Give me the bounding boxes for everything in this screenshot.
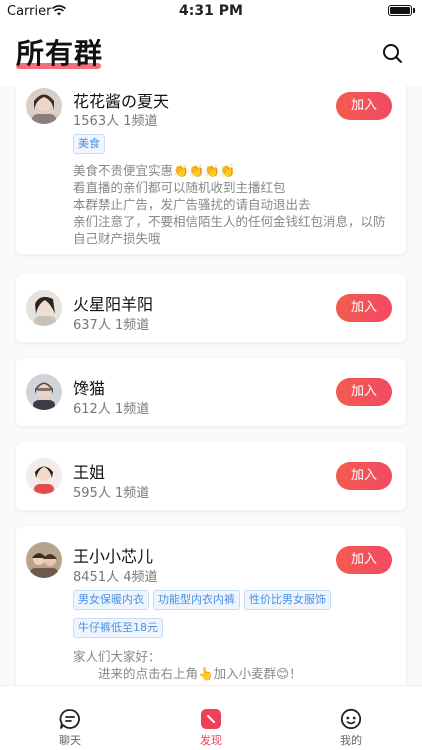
group-stats: 8451人 4频道: [73, 570, 158, 585]
profile-icon: [340, 708, 362, 730]
avatar: [26, 542, 62, 578]
description-line: 家人们大家好：: [73, 649, 161, 664]
tag: 性价比男女服饰: [244, 590, 331, 610]
group-list[interactable]: 花花酱の夏天 1563人 1频道 加入 美食 美食不贵便宜实惠👏👏👏👏 看直播的…: [0, 86, 422, 685]
join-button[interactable]: 加入: [336, 92, 392, 120]
tag-list: 美食: [73, 132, 109, 160]
group-name: 王小小芯儿: [73, 547, 154, 566]
group-card[interactable]: 馋猫 612人 1频道 加入: [16, 358, 406, 426]
tab-chat[interactable]: 聊天: [0, 686, 140, 750]
group-name: 王姐: [73, 463, 106, 482]
avatar: [26, 374, 62, 410]
tag: 美食: [73, 134, 105, 154]
discover-icon: [201, 709, 221, 729]
group-card[interactable]: 王姐 595人 1频道 加入: [16, 442, 406, 510]
tag: 男女保暖内衣: [73, 590, 149, 610]
group-card[interactable]: 王小小芯儿 8451人 4频道 加入 男女保暖内衣 功能型内衣内裤 性价比男女服饰牛…: [16, 526, 406, 685]
group-name: 馋猫: [73, 379, 106, 398]
clock: 4:31 PM: [179, 3, 243, 19]
avatar: [26, 290, 62, 326]
group-description: 家人们大家好： 进来的点击右上角👆加入小麦群😊！: [73, 648, 393, 682]
tab-bar: 聊天 发现 我的: [0, 685, 422, 750]
description-line: 进来的点击右上角👆加入小麦群😊！: [73, 666, 302, 681]
tag: 功能型内衣内裤: [153, 590, 240, 610]
join-button[interactable]: 加入: [336, 546, 392, 574]
avatar: [26, 88, 62, 124]
join-button[interactable]: 加入: [336, 378, 392, 406]
join-button[interactable]: 加入: [336, 294, 392, 322]
tag-list: 男女保暖内衣 功能型内衣内裤 性价比男女服饰牛仔裤低至18元: [73, 588, 373, 644]
tab-label: 发现: [200, 734, 222, 747]
group-stats: 595人 1频道: [73, 486, 150, 501]
group-name: 火星阳羊阳: [73, 295, 154, 314]
tab-profile[interactable]: 我的: [281, 686, 421, 750]
battery-tip: [413, 8, 415, 13]
group-card[interactable]: 火星阳羊阳 637人 1频道 加入: [16, 274, 406, 342]
tab-label: 聊天: [59, 734, 81, 747]
search-icon[interactable]: [381, 42, 403, 64]
status-bar: Carrier 4:31 PM: [0, 0, 422, 22]
battery-icon: [388, 5, 412, 16]
group-stats: 612人 1频道: [73, 402, 150, 417]
tag: 牛仔裤低至18元: [73, 618, 163, 638]
join-button[interactable]: 加入: [336, 462, 392, 490]
group-name: 花花酱の夏天: [73, 92, 170, 111]
tab-label: 我的: [340, 734, 362, 747]
group-card[interactable]: 花花酱の夏天 1563人 1频道 加入 美食 美食不贵便宜实惠👏👏👏👏 看直播的…: [16, 86, 406, 254]
page-title: 所有群: [16, 37, 104, 70]
group-stats: 1563人 1频道: [73, 114, 158, 129]
description-line: 本群禁止广告，发广告骚扰的请自动退出去: [73, 197, 311, 212]
group-stats: 637人 1频道: [73, 318, 150, 333]
chat-icon: [59, 709, 80, 729]
avatar: [26, 458, 62, 494]
description-line: 美食不贵便宜实惠👏👏👏👏: [73, 163, 236, 178]
description-line: 亲们注意了，不要相信陌生人的任何金钱红包消息，以防自己财产损失哦: [73, 214, 386, 246]
page-header: 所有群: [0, 22, 422, 86]
tab-discover[interactable]: 发现: [141, 686, 281, 750]
group-description: 美食不贵便宜实惠👏👏👏👏 看直播的亲们都可以随机收到主播红包 本群禁止广告，发广…: [73, 162, 393, 247]
description-line: 看直播的亲们都可以随机收到主播红包: [73, 180, 286, 195]
